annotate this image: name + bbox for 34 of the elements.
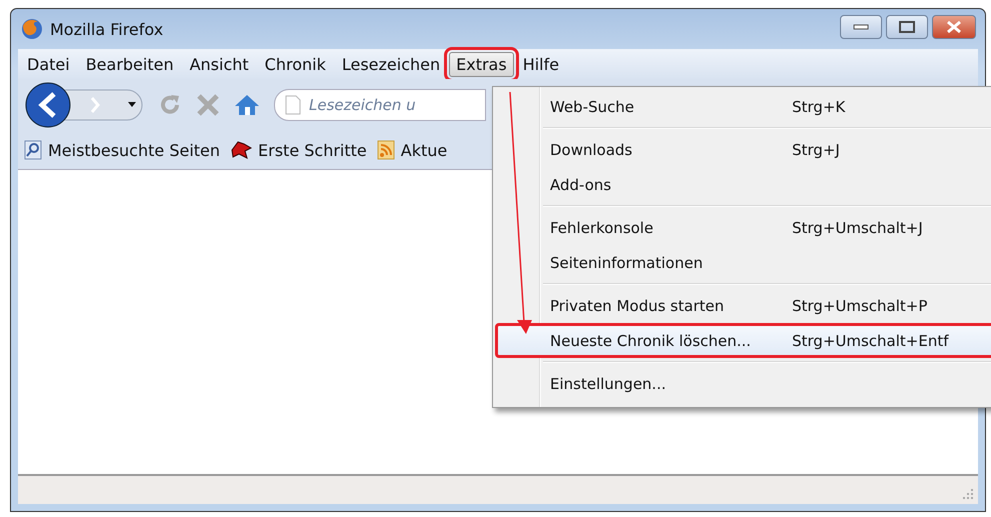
menu-item[interactable]: Privaten Modus starten Strg+Umschalt+P	[495, 288, 991, 323]
window-title: Mozilla Firefox	[50, 20, 164, 38]
menu-bar-item[interactable]: Ansicht	[182, 52, 256, 76]
menu-item[interactable]: Add-ons	[495, 167, 991, 202]
feed-icon	[376, 140, 395, 160]
back-forward-icon[interactable]	[24, 81, 144, 129]
menu-item[interactable]: Fehlerkonsole Strg+Umschalt+J	[495, 210, 991, 245]
menu-item[interactable]: Web-Suche Strg+K	[495, 89, 991, 124]
menu-item[interactable]: Seiteninformationen	[495, 245, 991, 280]
address-input[interactable]: Lesezeichen u	[307, 95, 461, 115]
home-icon[interactable]	[234, 93, 260, 117]
dragon-icon	[230, 140, 252, 160]
menu-bar-item[interactable]: Lesezeichen	[334, 52, 448, 76]
maximize-button[interactable]	[886, 15, 928, 39]
close-button[interactable]	[932, 15, 976, 39]
bookmark-link[interactable]: Erste Schritte	[258, 140, 367, 160]
minimize-icon	[853, 24, 869, 30]
close-icon	[946, 20, 962, 34]
bookmark-link[interactable]: Meistbesuchte Seiten	[48, 140, 220, 160]
fox-globe-icon	[20, 17, 44, 41]
minimize-button[interactable]	[840, 15, 882, 39]
address-field[interactable]: Lesezeichen u	[274, 89, 486, 121]
maximize-icon	[899, 21, 915, 33]
resize-grip-icon[interactable]	[962, 488, 974, 500]
menu-item[interactable]: Neueste Chronik löschen... Strg+Umschalt+Entf	[495, 323, 991, 358]
menu-item[interactable]: Einstellungen...	[495, 366, 991, 401]
menu-item[interactable]: Downloads Strg+J	[495, 132, 991, 167]
menu-bar-item[interactable]: Hilfe	[516, 52, 566, 76]
search-page-icon	[24, 140, 42, 160]
menu-bar-item[interactable]: Chronik	[258, 52, 333, 76]
menu-bar-item[interactable]: Datei	[20, 52, 77, 76]
bookmark-link[interactable]: Aktue	[400, 140, 448, 160]
menu-bar-item[interactable]: Bearbeiten	[78, 52, 181, 76]
blank-page-icon	[285, 95, 301, 115]
